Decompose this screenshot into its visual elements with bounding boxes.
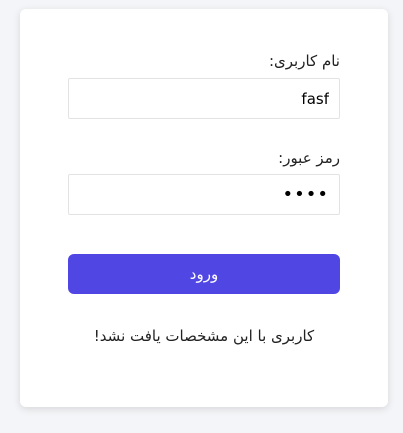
- username-input[interactable]: [68, 78, 340, 119]
- password-input[interactable]: [68, 174, 340, 215]
- password-label: رمز عبور:: [278, 149, 340, 167]
- username-label: نام کاربری:: [268, 52, 340, 70]
- login-button[interactable]: ورود: [68, 254, 340, 294]
- error-message: کاربری با این مشخصات یافت نشد!: [93, 327, 315, 345]
- login-card: نام کاربری: رمز عبور: ورود کاربری با این…: [20, 9, 388, 407]
